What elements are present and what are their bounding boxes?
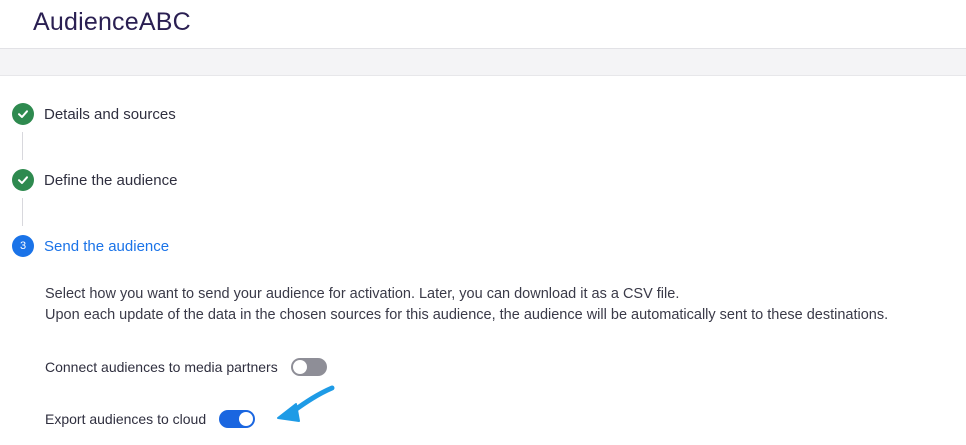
toggle-knob xyxy=(239,412,254,426)
check-icon xyxy=(12,169,34,191)
step-label: Details and sources xyxy=(44,105,176,123)
send-description-line-1: Select how you want to send your audienc… xyxy=(45,286,680,302)
step-define-the-audience[interactable]: Define the audience xyxy=(12,168,177,192)
annotation-arrow-icon xyxy=(277,385,335,422)
step-label: Send the audience xyxy=(44,237,170,255)
toolbar-strip xyxy=(0,49,966,76)
media-partners-label: Connect audiences to media partners xyxy=(45,359,278,375)
media-partners-toggle[interactable] xyxy=(290,358,327,376)
app-title: AudienceABC xyxy=(33,8,191,36)
app-header: AudienceABC xyxy=(0,0,966,49)
step-connector xyxy=(22,132,23,160)
export-cloud-label: Export audiences to cloud xyxy=(45,411,207,427)
step-label: Define the audience xyxy=(44,171,178,189)
option-export-cloud: Export audiences to cloud xyxy=(45,409,256,429)
option-media-partners: Connect audiences to media partners xyxy=(45,357,327,377)
step-send-the-audience[interactable]: 3 Send the audience xyxy=(12,234,169,258)
toggle-knob xyxy=(292,360,307,374)
export-cloud-toggle[interactable] xyxy=(219,410,256,428)
step-number-badge: 3 xyxy=(12,235,34,257)
send-description-line-2: Upon each update of the data in the chos… xyxy=(45,307,889,323)
step-details-and-sources[interactable]: Details and sources xyxy=(12,102,176,126)
step-connector xyxy=(22,198,23,226)
check-icon xyxy=(12,103,34,125)
